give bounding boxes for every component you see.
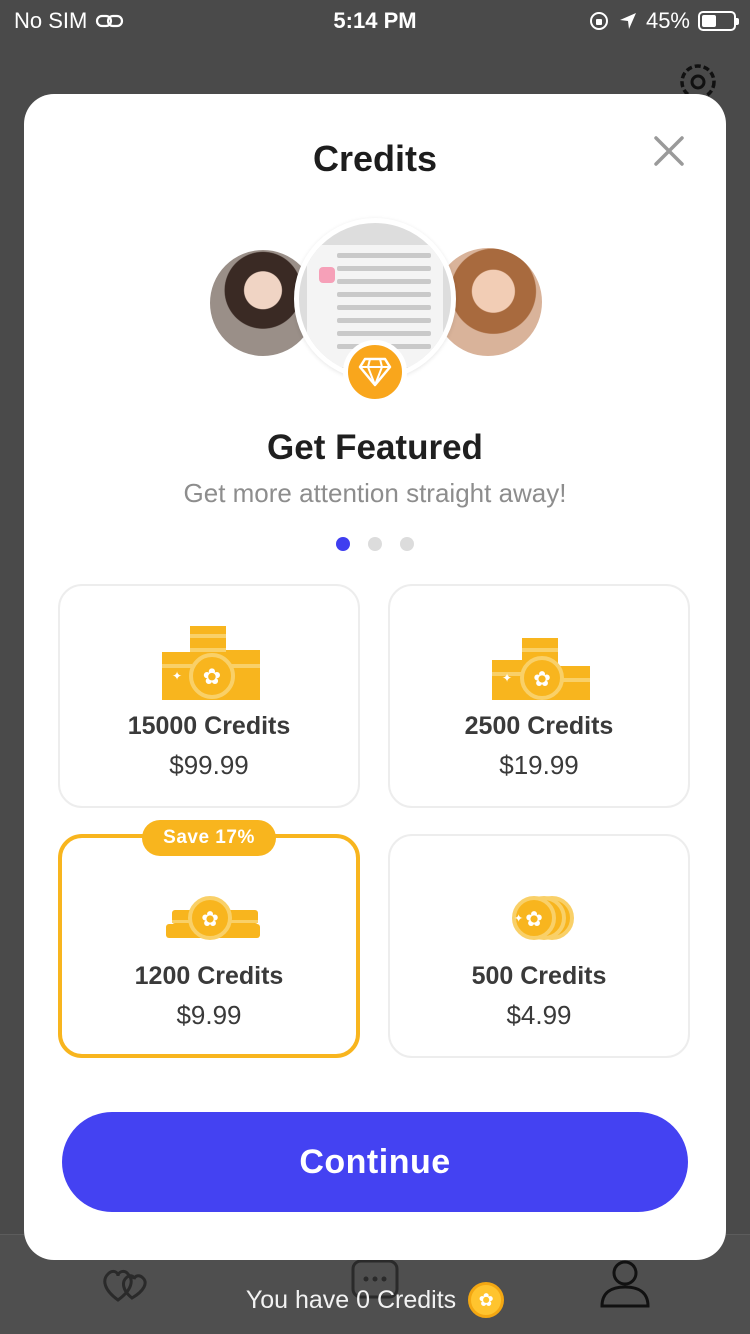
svg-text:✿: ✿: [525, 908, 543, 931]
page-dot[interactable]: [400, 537, 414, 551]
svg-text:✿: ✿: [203, 664, 221, 689]
coin-stack-medium-icon: ✿ ✦: [492, 638, 590, 700]
coin-stack-small-icon: ✿ ✦: [166, 891, 260, 940]
modal-title: Credits: [312, 138, 438, 179]
coin-stack-large-icon: ✿ ✦: [162, 626, 260, 700]
diamond-icon: [343, 340, 407, 404]
package-name: 1200 Credits: [134, 962, 284, 990]
continue-button[interactable]: Continue: [62, 1112, 688, 1212]
package-name: 15000 Credits: [127, 712, 291, 740]
package-price: $19.99: [499, 750, 579, 780]
save-badge: Save 17%: [142, 820, 276, 856]
coins-small-icon: ✿ ✦: [512, 896, 574, 940]
svg-text:✿: ✿: [533, 668, 551, 691]
package-name: 2500 Credits: [464, 712, 614, 740]
page-dot[interactable]: [336, 537, 350, 551]
svg-text:✦: ✦: [514, 913, 523, 925]
status-right: 45%: [588, 8, 739, 34]
package-2500[interactable]: ✿ ✦ 2500 Credits $19.99: [388, 584, 690, 808]
battery-icon: [698, 11, 739, 31]
feature-subtitle: Get more attention straight away!: [183, 478, 567, 508]
coin-icon: ✿: [468, 1282, 505, 1318]
credits-balance-text: You have 0 Credits: [245, 1285, 457, 1314]
featured-avatars: [24, 218, 726, 404]
page-dot[interactable]: [368, 537, 382, 551]
package-15000[interactable]: ✿ ✦ 15000 Credits $99.99: [58, 584, 360, 808]
app-icon: [319, 267, 335, 283]
feature-title: Get Featured: [267, 428, 483, 467]
page-indicator: [24, 537, 726, 551]
credits-balance: You have 0 Credits ✿: [0, 1282, 750, 1318]
package-1200[interactable]: ✿ ✦ 1200 Credits $9.99: [58, 834, 360, 1058]
svg-text:✦: ✦: [502, 671, 512, 685]
package-500[interactable]: ✿ ✦ 500 Credits $4.99: [388, 834, 690, 1058]
battery-fill: [702, 15, 716, 27]
package-price: $9.99: [176, 1000, 242, 1030]
package-price: $4.99: [506, 1000, 572, 1030]
close-icon[interactable]: [652, 134, 686, 168]
status-bar: No SIM 5:14 PM 45%: [0, 0, 750, 40]
credits-modal: Credits Get Featured Get more attention …: [24, 94, 726, 1260]
svg-text:✿: ✿: [201, 908, 219, 931]
svg-text:✦: ✦: [226, 891, 236, 905]
location-arrow-icon: [619, 13, 636, 29]
battery-percent: 45%: [645, 8, 690, 33]
package-name: 500 Credits: [471, 962, 607, 990]
package-price: $99.99: [169, 750, 249, 780]
svg-text:✦: ✦: [172, 669, 182, 683]
orientation-lock-icon: [589, 12, 608, 30]
